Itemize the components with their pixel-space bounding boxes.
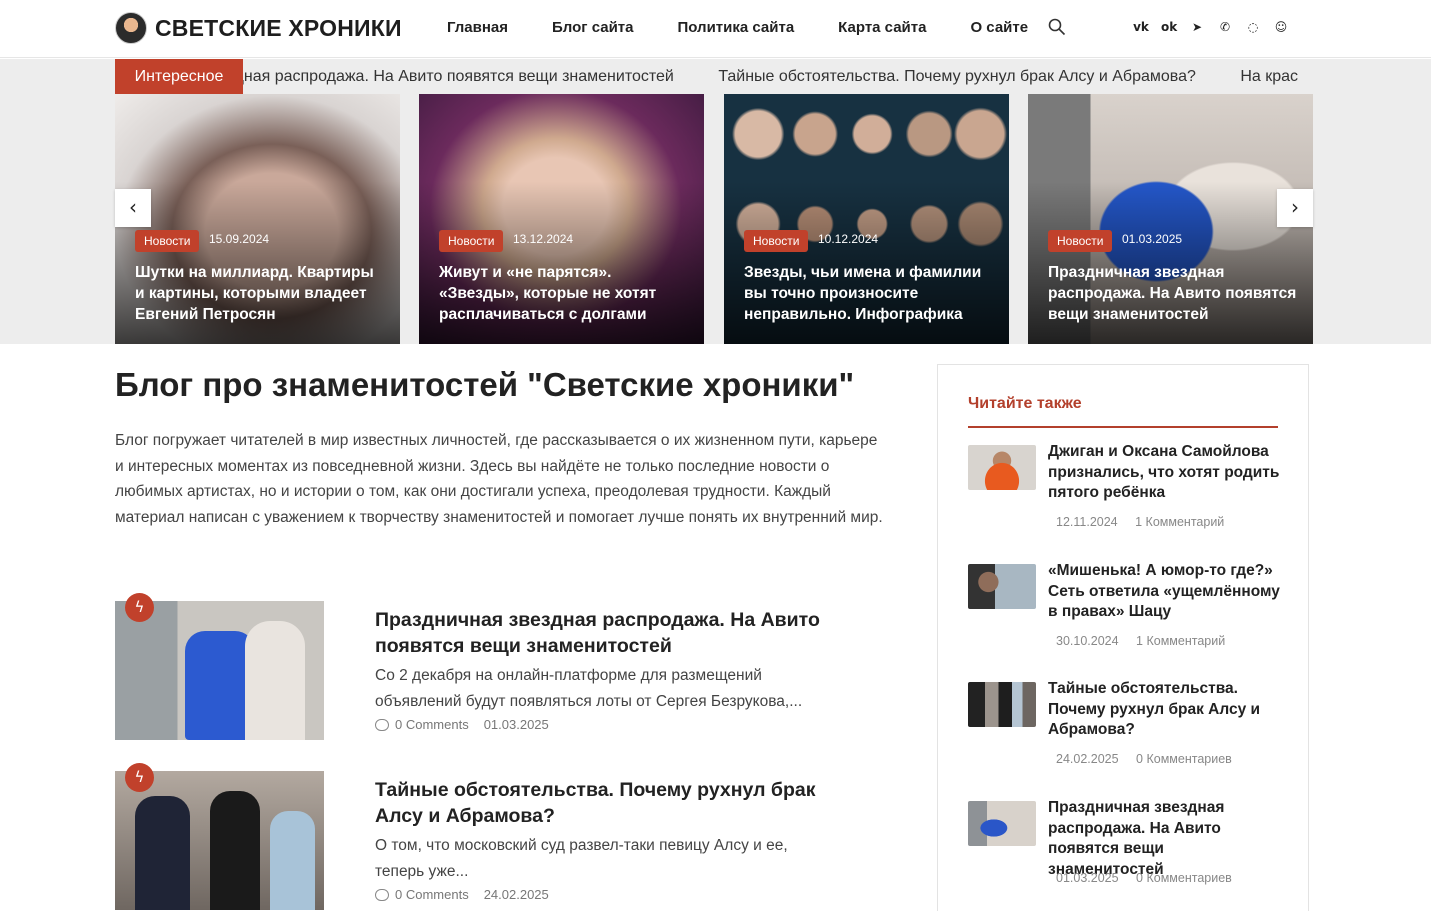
sidebar-item-meta: 12.11.2024 1 Комментарий — [1056, 515, 1224, 529]
post-thumbnail[interactable] — [115, 601, 324, 740]
post-date: 24.02.2025 — [483, 887, 549, 902]
sidebar-thumbnail[interactable] — [968, 801, 1036, 846]
post-card: ϟ Праздничная звездная распродажа. На Ав… — [115, 593, 835, 741]
sidebar-item-date: 24.02.2025 — [1056, 752, 1119, 766]
odnoklassniki-icon[interactable]: ok — [1161, 19, 1177, 35]
sidebar-item-title[interactable]: Джиган и Оксана Самойлова признались, чт… — [1048, 442, 1280, 504]
slide-category-badge[interactable]: Новости — [1048, 230, 1113, 252]
flash-icon: ϟ — [125, 763, 154, 792]
slide-date: 01.03.2025 — [1122, 232, 1183, 246]
intro-text: Блог погружает читателей в мир известных… — [115, 432, 883, 526]
slide-category-badge[interactable]: Новости — [439, 230, 504, 252]
slide-category-badge[interactable]: Новости — [135, 230, 200, 252]
post-title[interactable]: Праздничная звездная распродажа. На Авит… — [375, 607, 835, 659]
logo-avatar — [115, 12, 147, 44]
nav-home[interactable]: Главная — [447, 19, 508, 36]
sidebar-item-comments[interactable]: 1 Комментарий — [1135, 515, 1224, 529]
sidebar-item-date: 12.11.2024 — [1056, 515, 1118, 529]
post-meta: 0 Comments 01.03.2025 — [375, 717, 549, 732]
sidebar-read-also: Читайте также Джиган и Оксана Самойлова … — [937, 364, 1309, 911]
sidebar-heading: Читайте также — [968, 395, 1082, 412]
whatsapp-icon[interactable]: ◌ — [1245, 19, 1261, 35]
slide-title[interactable]: Шутки на миллиард. Квартиры и картины, к… — [135, 262, 385, 325]
featured-slider: Новости 15.09.2024 Шутки на миллиард. Кв… — [115, 94, 1313, 344]
page-title: Блог про знаменитостей "Светские хроники… — [115, 366, 855, 403]
site-logo[interactable]: СВЕТСКИЕ ХРОНИКИ — [115, 12, 402, 44]
slide-title[interactable]: Праздничная звездная распродажа. На Авит… — [1048, 262, 1298, 325]
sidebar-item-title[interactable]: Праздничная звездная распродажа. На Авит… — [1048, 798, 1280, 880]
logo-text: СВЕТСКИЕ ХРОНИКИ — [155, 14, 402, 41]
post-comments[interactable]: 0 Comments — [395, 717, 469, 732]
comment-icon — [375, 888, 389, 901]
sidebar-thumbnail[interactable] — [968, 682, 1036, 727]
post-title[interactable]: Тайные обстоятельства. Почему рухнул бра… — [375, 777, 835, 829]
nav-sitemap[interactable]: Карта сайта — [838, 19, 926, 36]
sidebar-item-comments[interactable]: 0 Комментариев — [1136, 752, 1232, 766]
sidebar-item-comments[interactable]: 0 Комментариев — [1136, 871, 1232, 885]
sidebar-item-date: 30.10.2024 — [1056, 634, 1119, 648]
social-links: vk ok ➤ ✆ ◌ ☺ — [1133, 19, 1301, 35]
sidebar-thumbnail[interactable] — [968, 445, 1036, 490]
sidebar-item-meta: 30.10.2024 1 Комментарий — [1056, 634, 1225, 648]
sidebar-item-meta: 01.03.2025 0 Комментариев — [1056, 871, 1232, 885]
post-meta: 0 Comments 24.02.2025 — [375, 887, 549, 902]
post-thumbnail[interactable] — [115, 771, 324, 910]
sidebar-item-meta: 24.02.2025 0 Комментариев — [1056, 752, 1232, 766]
slide-category-badge[interactable]: Новости — [744, 230, 809, 252]
comment-icon — [375, 718, 389, 731]
slide-card[interactable]: Новости 15.09.2024 Шутки на миллиард. Кв… — [115, 94, 400, 344]
ticker-label: Интересное — [115, 59, 243, 94]
post-excerpt: О том, что московский суд развел-таки пе… — [375, 837, 788, 880]
slide-date: 13.12.2024 — [513, 232, 574, 246]
slide-title[interactable]: Живут и «не парятся». «Звезды», которые … — [439, 262, 689, 325]
sidebar-item-comments[interactable]: 1 Комментарий — [1136, 634, 1225, 648]
sidebar-thumbnail[interactable] — [968, 564, 1036, 609]
slide-date: 15.09.2024 — [209, 232, 270, 246]
ticker-item[interactable]: На крас — [1240, 68, 1298, 85]
sidebar-item-title[interactable]: Тайные обстоятельства. Почему рухнул бра… — [1048, 679, 1280, 741]
slide-title[interactable]: Звезды, чьи имена и фамилии вы точно про… — [744, 262, 994, 325]
sidebar-heading-underline — [968, 426, 1278, 428]
slider-prev-button[interactable]: ‹ — [115, 189, 151, 227]
vk-icon[interactable]: vk — [1133, 19, 1149, 35]
ticker-item[interactable]: ездная распродажа. На Авито появятся вещ… — [243, 68, 674, 85]
vk-messenger-icon[interactable]: ☺ — [1273, 19, 1289, 35]
ticker-item[interactable]: Тайные обстоятельства. Почему рухнул бра… — [718, 68, 1196, 85]
post-date: 01.03.2025 — [483, 717, 549, 732]
nav-policy[interactable]: Политика сайта — [677, 19, 794, 36]
slide-card[interactable]: Новости 13.12.2024 Живут и «не парятся».… — [419, 94, 704, 344]
slide-card[interactable]: Новости 01.03.2025 Праздничная звездная … — [1028, 94, 1313, 344]
sidebar-item-date: 01.03.2025 — [1056, 871, 1119, 885]
main-nav: Главная Блог сайта Политика сайта Карта … — [447, 19, 1072, 36]
slide-card[interactable]: Новости 10.12.2024 Звезды, чьи имена и ф… — [724, 94, 1009, 344]
post-excerpt: Со 2 декабря на онлайн-платформе для раз… — [375, 667, 803, 710]
nav-blog[interactable]: Блог сайта — [552, 19, 633, 36]
post-comments[interactable]: 0 Comments — [395, 887, 469, 902]
post-card: ϟ Тайные обстоятельства. Почему рухнул б… — [115, 763, 835, 911]
telegram-icon[interactable]: ➤ — [1189, 19, 1205, 35]
site-header: СВЕТСКИЕ ХРОНИКИ Главная Блог сайта Поли… — [0, 0, 1431, 58]
nav-about[interactable]: О сайте — [970, 19, 1028, 36]
slide-date: 10.12.2024 — [818, 232, 879, 246]
flash-icon: ϟ — [125, 593, 154, 622]
news-ticker: ездная распродажа. На Авито появятся вещ… — [243, 59, 1313, 94]
viber-icon[interactable]: ✆ — [1217, 19, 1233, 35]
slider-next-button[interactable]: › — [1277, 189, 1313, 227]
search-icon[interactable] — [1048, 18, 1066, 36]
sidebar-item-title[interactable]: «Мишенька! А юмор-то где?» Сеть ответила… — [1048, 561, 1280, 623]
